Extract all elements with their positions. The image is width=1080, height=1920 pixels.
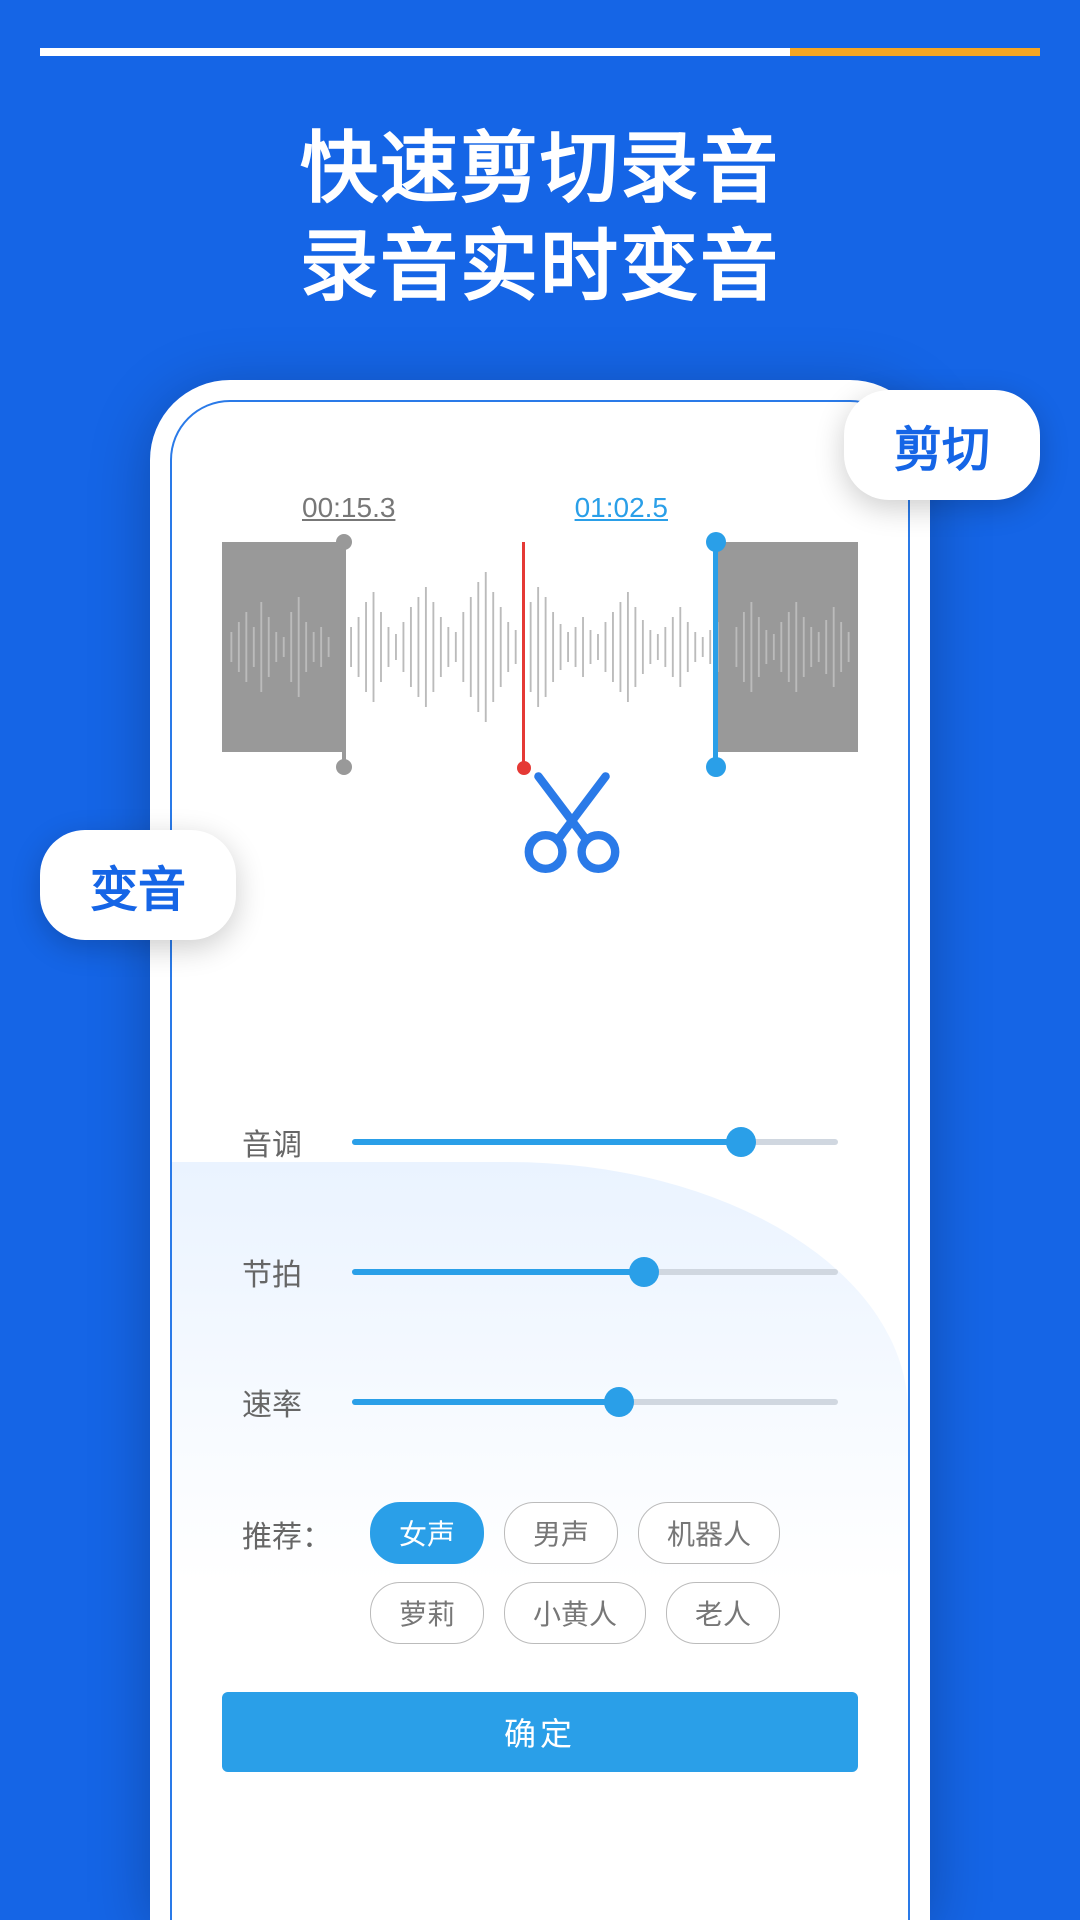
audio-trim-section: 00:15.3 01:02.5 (222, 492, 858, 872)
confirm-button[interactable]: 确定 (222, 1692, 858, 1772)
preset-male[interactable]: 男声 (504, 1502, 618, 1564)
trim-handle-start[interactable] (342, 542, 346, 767)
slider-row-tempo: 节拍 (242, 1242, 838, 1302)
slider-label-pitch: 音调 (242, 1120, 352, 1164)
progress-bar (40, 48, 1040, 56)
headline-line-1: 快速剪切录音 (0, 120, 1080, 218)
slider-fill (352, 1269, 644, 1275)
slider-thumb[interactable] (726, 1127, 756, 1157)
preset-loli[interactable]: 萝莉 (370, 1582, 484, 1644)
badge-voice-change: 变音 (40, 830, 236, 940)
slider-tempo[interactable] (352, 1269, 838, 1275)
preset-elder[interactable]: 老人 (666, 1582, 780, 1644)
scissors-icon (512, 762, 632, 882)
slider-row-speed: 速率 (242, 1372, 838, 1432)
slider-fill (352, 1399, 619, 1405)
trim-end-time[interactable]: 01:02.5 (575, 492, 668, 524)
trim-start-time[interactable]: 00:15.3 (302, 492, 395, 524)
slider-thumb[interactable] (629, 1257, 659, 1287)
badge-cut: 剪切 (844, 390, 1040, 500)
slider-speed[interactable] (352, 1399, 838, 1405)
progress-segment-current (790, 48, 1040, 56)
slider-label-tempo: 节拍 (242, 1250, 352, 1294)
trim-handle-end[interactable] (713, 542, 718, 767)
preset-row: 推荐： 女声 男声 机器人 萝莉 小黄人 老人 (242, 1502, 858, 1644)
slider-row-pitch: 音调 (242, 1112, 838, 1172)
progress-segment-complete (40, 48, 790, 56)
preset-pill-group: 女声 男声 机器人 萝莉 小黄人 老人 (370, 1502, 858, 1644)
waveform-icon (222, 542, 858, 752)
phone-frame: 00:15.3 01:02.5 (150, 380, 930, 1920)
preset-label: 推荐： (242, 1502, 352, 1556)
preset-minion[interactable]: 小黄人 (504, 1582, 646, 1644)
preset-female[interactable]: 女声 (370, 1502, 484, 1564)
playhead[interactable] (522, 542, 525, 767)
headline: 快速剪切录音 录音实时变音 (0, 120, 1080, 315)
slider-label-speed: 速率 (242, 1380, 352, 1424)
voice-change-panel: 音调 节拍 速率 (172, 1042, 908, 1920)
slider-pitch[interactable] (352, 1139, 838, 1145)
waveform-area[interactable] (222, 542, 858, 752)
phone-screen: 00:15.3 01:02.5 (170, 400, 910, 1920)
preset-robot[interactable]: 机器人 (638, 1502, 780, 1564)
slider-thumb[interactable] (604, 1387, 634, 1417)
headline-line-2: 录音实时变音 (0, 218, 1080, 316)
slider-fill (352, 1139, 741, 1145)
